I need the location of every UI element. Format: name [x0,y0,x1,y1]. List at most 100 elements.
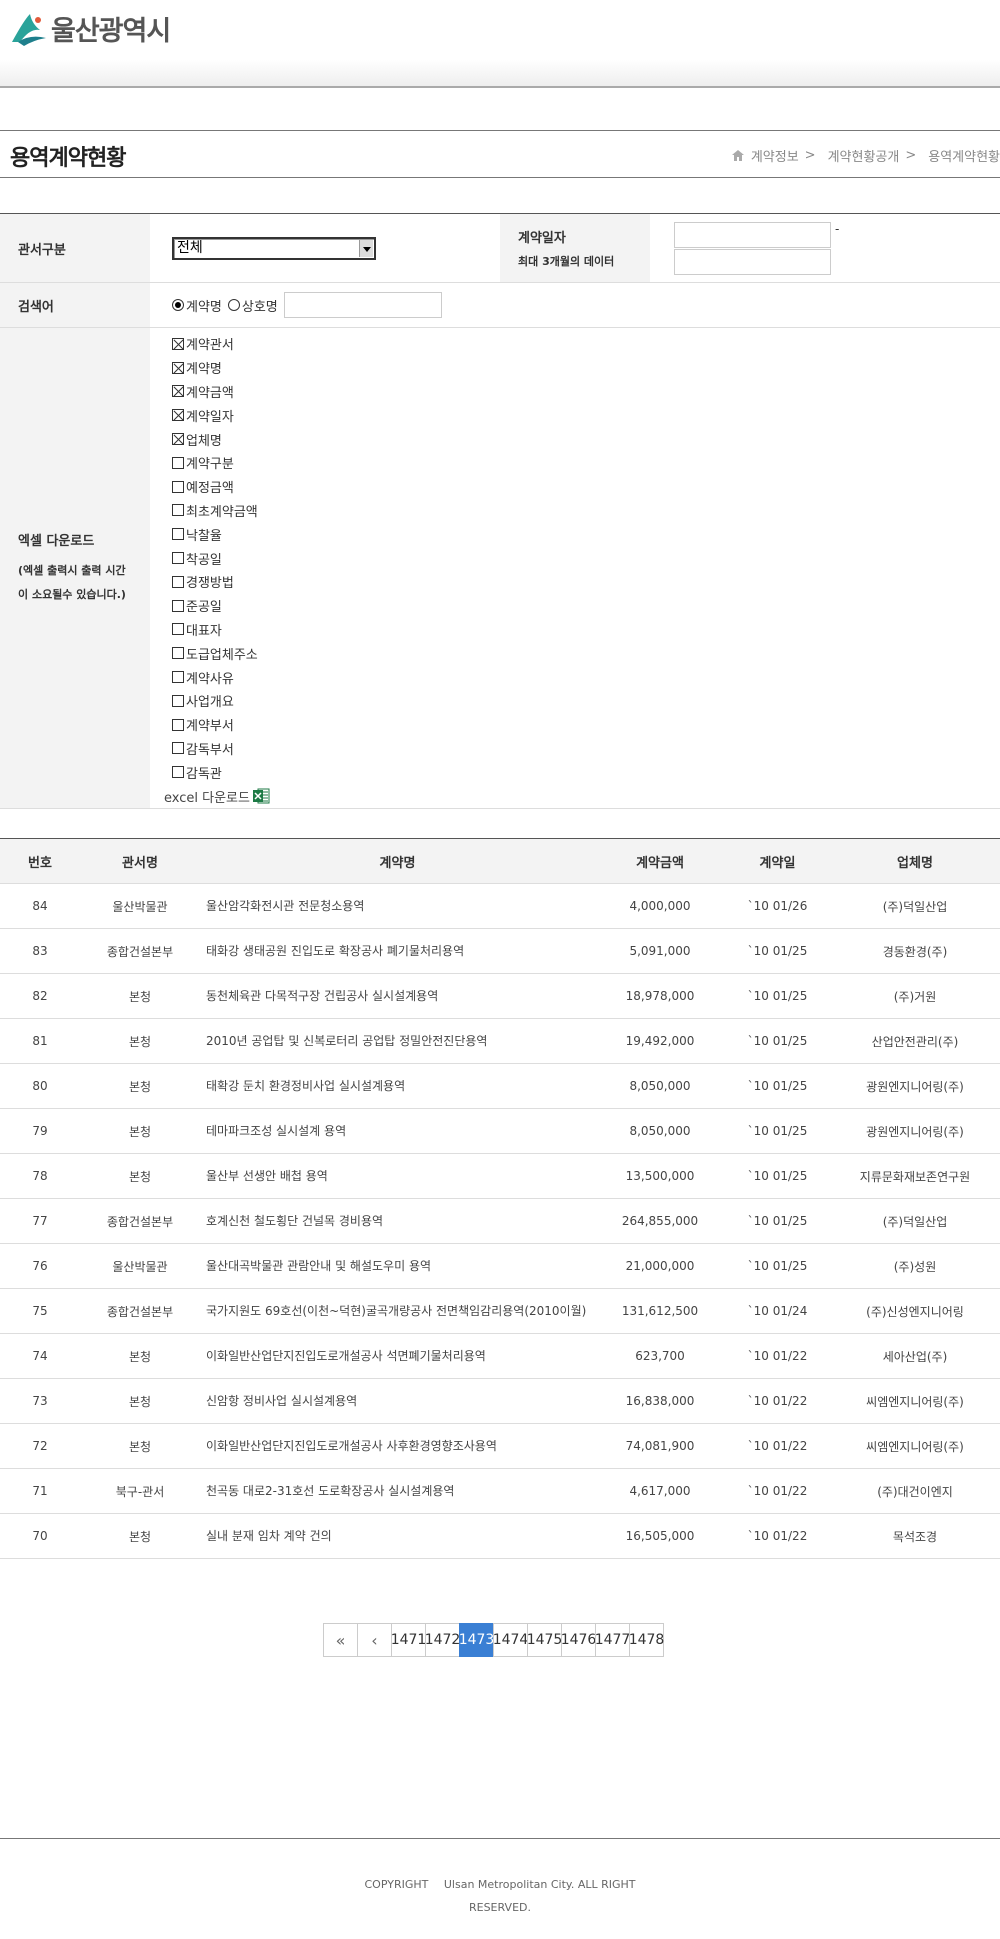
cell-contract-name[interactable]: 이화일반산업단지진입도로개설공사 사후환경영향조사용역 [200,1423,595,1469]
page-number-button[interactable]: 1478 [629,1623,664,1657]
cell-company: (주)대건이엔지 [830,1468,1000,1514]
cell-contract-name[interactable]: 천곡동 대로2-31호선 도로확장공사 실시설계용역 [200,1468,595,1514]
excel-field-checkbox[interactable] [172,623,184,636]
cell-contract-name[interactable]: 태화강 생태공원 진입도로 확장공사 폐기물처리용역 [200,928,595,974]
excel-field-item[interactable]: 감독관 [172,760,270,784]
excel-field-item[interactable]: 사업개요 [172,689,270,713]
breadcrumb-item-1[interactable]: 계약정보 [751,146,799,165]
excel-field-checkbox[interactable] [172,337,184,350]
radio-contract-name[interactable] [172,299,184,311]
breadcrumb-item-2[interactable]: 계약현황공개 [828,146,900,165]
cell-contract-name[interactable]: 울산암각화전시관 전문청소용역 [200,883,595,929]
cell-contract-name[interactable]: 울산부 선생안 배첩 용역 [200,1153,595,1199]
cell-office: 본청 [80,973,200,1019]
search-input[interactable] [283,292,442,318]
office-select[interactable]: 전체 [172,236,376,260]
table-row[interactable]: 77 종합건설본부 호계신천 철도횡단 건널목 경비용역 264,855,000 `10… [0,1198,1000,1244]
excel-field-checkbox[interactable] [172,647,184,660]
prev-page-button[interactable]: ‹ [357,1623,392,1657]
excel-field-item[interactable]: 계약관서 [172,332,270,356]
first-page-button[interactable]: « [323,1623,358,1657]
excel-field-item[interactable]: 계약사유 [172,665,270,689]
excel-field-item[interactable]: 예정금액 [172,475,270,499]
cell-contract-name[interactable]: 울산대곡박물관 관람안내 및 해설도우미 용역 [200,1243,595,1289]
home-icon[interactable] [731,149,745,162]
cell-contract-name[interactable]: 이화일반산업단지진입도로개설공사 석면폐기물처리용역 [200,1333,595,1379]
table-row[interactable]: 73 본청 신암항 정비사업 실시설계용역 16,838,000 `10 01/22 씨엠… [0,1378,1000,1424]
cell-no: 79 [0,1108,80,1154]
cell-contract-name[interactable]: 신암항 정비사업 실시설계용역 [200,1378,595,1424]
excel-field-item[interactable]: 낙찰율 [172,522,270,546]
cell-contract-name[interactable]: 호계신천 철도횡단 건널목 경비용역 [200,1198,595,1244]
excel-field-checkbox[interactable] [172,671,184,684]
excel-field-checkbox[interactable] [172,694,184,707]
table-row[interactable]: 80 본청 태확강 둔치 환경정비사업 실시설계용역 8,050,000 `10 01/… [0,1063,1000,1109]
excel-field-checkbox[interactable] [172,575,184,588]
cell-contract-name[interactable]: 2010년 공업탑 및 신복로터리 공업탑 정밀안전진단용역 [200,1018,595,1064]
page-number-button[interactable]: 1473 [459,1623,494,1657]
radio-company-name[interactable] [227,299,240,311]
breadcrumb-item-3[interactable]: 용역계약현황 [928,146,1000,165]
page-number-button[interactable]: 1471 [391,1623,426,1657]
cell-contract-name[interactable]: 태확강 둔치 환경정비사업 실시설계용역 [200,1063,595,1109]
date-end-input[interactable] [674,249,831,275]
excel-field-item[interactable]: 업체명 [172,427,270,451]
date-start-input[interactable] [674,222,831,248]
table-row[interactable]: 71 북구-관서 천곡동 대로2-31호선 도로확장공사 실시설계용역 4,617,0… [0,1468,1000,1514]
excel-field-checkbox[interactable] [172,599,184,612]
cell-contract-name[interactable]: 테마파크조성 실시설계 용역 [200,1108,595,1154]
cell-contract-name[interactable]: 국가지원도 69호선(이천~덕현)굴곡개량공사 전면책임감리용역(2010이월) [200,1288,595,1334]
table-row[interactable]: 84 울산박물관 울산암각화전시관 전문청소용역 4,000,000 `10 01/26… [0,883,1000,929]
table-row[interactable]: 79 본청 테마파크조성 실시설계 용역 8,050,000 `10 01/25 광원엔지… [0,1108,1000,1154]
table-row[interactable]: 81 본청 2010년 공업탑 및 신복로터리 공업탑 정밀안전진단용역 19,492… [0,1018,1000,1064]
excel-field-checkbox[interactable] [172,528,184,541]
cell-contract-name[interactable]: 동천체육관 다목적구장 건립공사 실시설계용역 [200,973,595,1019]
page-number-button[interactable]: 1476 [561,1623,596,1657]
excel-field-item[interactable]: 도급업체주소 [172,641,270,665]
excel-field-checkbox[interactable] [172,361,184,374]
excel-field-item[interactable]: 착공일 [172,546,270,570]
excel-field-checkbox[interactable] [172,409,184,422]
excel-field-item[interactable]: 최초계약금액 [172,499,270,523]
table-row[interactable]: 78 본청 울산부 선생안 배첩 용역 13,500,000 `10 01/25 지류문화… [0,1153,1000,1199]
page-number-button[interactable]: 1472 [425,1623,460,1657]
page-number-button[interactable]: 1474 [493,1623,528,1657]
excel-field-item[interactable]: 감독부서 [172,737,270,761]
site-logo[interactable]: 울산광역시 [10,9,171,48]
excel-field-checkbox[interactable] [172,433,184,446]
cell-amount: 4,000,000 [595,883,725,929]
cell-no: 82 [0,973,80,1019]
cell-amount: 131,612,500 [595,1288,725,1334]
excel-field-checkbox[interactable] [172,480,184,493]
excel-field-checkbox[interactable] [172,552,184,565]
excel-field-label: 사업개요 [186,695,234,711]
excel-download-button[interactable]: excel 다운로드 [164,784,270,808]
excel-field-item[interactable]: 계약명 [172,356,270,380]
excel-field-item[interactable]: 준공일 [172,594,270,618]
cell-contract-name[interactable]: 실내 분재 임차 계약 건의 [200,1513,595,1559]
excel-field-checkbox[interactable] [172,456,184,469]
excel-field-checkbox[interactable] [172,718,184,731]
table-row[interactable]: 72 본청 이화일반산업단지진입도로개설공사 사후환경영향조사용역 74,081,90… [0,1423,1000,1469]
excel-field-item[interactable]: 계약부서 [172,713,270,737]
excel-field-item[interactable]: 대표자 [172,618,270,642]
page-number-button[interactable]: 1475 [527,1623,562,1657]
excel-field-item[interactable]: 경쟁방법 [172,570,270,594]
table-row[interactable]: 75 종합건설본부 국가지원도 69호선(이천~덕현)굴곡개량공사 전면책임감리용역… [0,1288,1000,1334]
excel-field-item[interactable]: 계약금액 [172,380,270,404]
excel-field-item[interactable]: 계약일자 [172,403,270,427]
table-row[interactable]: 74 본청 이화일반산업단지진입도로개설공사 석면폐기물처리용역 623,700 `10… [0,1333,1000,1379]
site-footer: COPYRIGHT Ulsan Metropolitan City. ALL R… [0,1838,1000,1939]
excel-field-checkbox[interactable] [172,385,184,398]
cell-company: 씨엠엔지니어링(주) [830,1378,1000,1424]
excel-field-checkbox[interactable] [172,742,184,755]
table-row[interactable]: 76 울산박물관 울산대곡박물관 관람안내 및 해설도우미 용역 21,000,000… [0,1243,1000,1289]
excel-field-item[interactable]: 계약구분 [172,451,270,475]
page-number-button[interactable]: 1477 [595,1623,630,1657]
excel-field-checkbox[interactable] [172,766,184,779]
table-row[interactable]: 82 본청 동천체육관 다목적구장 건립공사 실시설계용역 18,978,000 `10… [0,973,1000,1019]
table-row[interactable]: 70 본청 실내 분재 임차 계약 건의 16,505,000 `10 01/22 목석조… [0,1513,1000,1559]
table-row[interactable]: 83 종합건설본부 태화강 생태공원 진입도로 확장공사 폐기물처리용역 5,091,… [0,928,1000,974]
chevron-down-icon[interactable] [359,239,373,257]
excel-field-checkbox[interactable] [172,504,184,517]
